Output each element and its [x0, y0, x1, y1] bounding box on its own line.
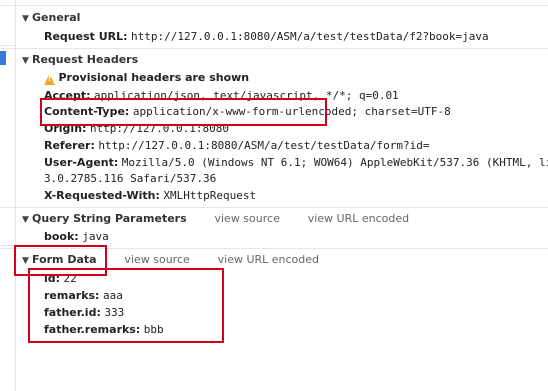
section-query-string-header[interactable]: ▼ Query String Parameters view source vie… — [22, 212, 409, 225]
view-url-encoded-link[interactable]: view URL encoded — [218, 253, 319, 266]
request-list-gutter — [0, 0, 16, 391]
triangle-down-icon: ▼ — [22, 56, 29, 66]
header-user-agent-cont: 3.0.2785.116 Safari/537.36 — [44, 172, 217, 185]
highlight-form-fields-box — [28, 268, 224, 343]
view-source-link[interactable]: view source — [214, 212, 279, 225]
section-general-header[interactable]: ▼ General — [22, 11, 80, 24]
divider — [0, 48, 548, 49]
triangle-down-icon: ▼ — [22, 14, 29, 24]
query-param-book: book: java — [44, 230, 109, 243]
header-referer: Referer: http://127.0.0.1:8080/ASM/a/tes… — [44, 139, 430, 152]
section-request-headers-header[interactable]: ▼ Request Headers — [22, 53, 138, 66]
provisional-warning: ! Provisional headers are shown — [44, 71, 249, 85]
divider — [0, 5, 548, 6]
general-request-url: Request URL: http://127.0.0.1:8080/ASM/a… — [44, 30, 489, 43]
gutter-divider — [0, 245, 15, 246]
warning-icon: ! — [44, 74, 55, 85]
highlight-content-type-box — [40, 98, 327, 126]
header-x-requested-with: X-Requested-With: XMLHttpRequest — [44, 189, 257, 202]
view-source-link[interactable]: view source — [124, 253, 189, 266]
gutter-divider — [0, 45, 15, 46]
triangle-down-icon: ▼ — [22, 215, 29, 225]
header-user-agent: User-Agent: Mozilla/5.0 (Windows NT 6.1;… — [44, 156, 548, 169]
view-url-encoded-link[interactable]: view URL encoded — [308, 212, 409, 225]
divider — [0, 207, 548, 208]
selected-request-marker — [0, 51, 6, 65]
